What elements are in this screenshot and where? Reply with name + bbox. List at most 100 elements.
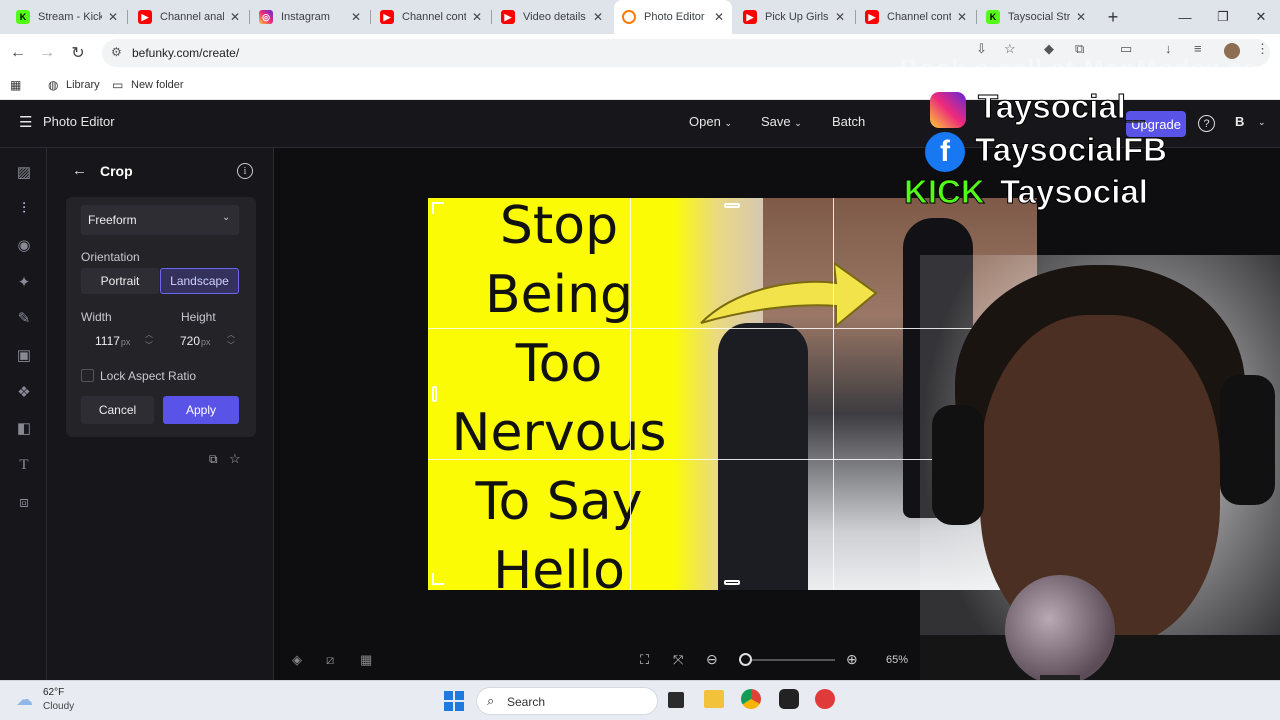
close-icon[interactable]: ✕ <box>472 10 482 24</box>
apply-button[interactable]: Apply <box>163 396 239 424</box>
artsy-brush-icon[interactable]: ✎ <box>14 308 34 328</box>
tab-pick-up-girls[interactable]: ▶ Pick Up Girls ✕ <box>735 0 853 34</box>
download-icon[interactable]: ↓ <box>1165 41 1172 56</box>
copy-icon[interactable]: ⧉ <box>209 452 218 467</box>
taskbar-search[interactable]: ⌕ Search <box>476 687 658 715</box>
weather-temp: 62°F <box>43 687 65 698</box>
batch-button[interactable]: Batch <box>832 114 865 129</box>
chrome-taskbar-icon[interactable] <box>741 689 761 709</box>
layers-icon[interactable]: ◈ <box>292 652 302 668</box>
help-icon[interactable]: ? <box>1198 115 1215 132</box>
tab-channel-content[interactable]: ▶ Channel cont ✕ <box>372 0 490 34</box>
open-button[interactable]: Open ⌄ <box>689 114 732 129</box>
close-icon[interactable]: ✕ <box>1076 10 1086 24</box>
window-close-button[interactable]: ✕ <box>1242 0 1280 34</box>
lock-aspect-checkbox[interactable] <box>81 369 94 382</box>
crop-handle-bottom-left[interactable] <box>432 573 444 585</box>
edit-sliders-icon[interactable]: ⫶ <box>14 198 34 218</box>
info-icon[interactable]: i <box>237 163 253 179</box>
crop-settings-box: Freeform ⌄ Orientation Portrait Landscap… <box>66 197 256 437</box>
minimize-button[interactable]: — <box>1166 0 1204 34</box>
close-icon[interactable]: ✕ <box>714 10 724 24</box>
zoom-slider[interactable] <box>738 653 835 666</box>
new-tab-button[interactable]: + <box>1094 0 1132 34</box>
graphics-icon[interactable]: ❖ <box>14 382 34 402</box>
search-icon: ⌕ <box>487 693 495 708</box>
stepper-up-icon[interactable]: ︿ <box>145 329 153 340</box>
arrow-graphic <box>700 260 878 329</box>
reading-list-icon[interactable]: ≡ <box>1194 41 1202 56</box>
fit-screen-icon[interactable]: ⛶ <box>640 652 649 668</box>
effects-icon[interactable]: ✦ <box>14 272 34 292</box>
width-input[interactable]: 1117px ︿ ﹀ <box>81 327 157 353</box>
bookmark-library[interactable]: Library <box>66 79 100 91</box>
reload-icon[interactable]: ↻ <box>67 42 89 64</box>
zoom-slider-handle[interactable] <box>738 653 752 666</box>
youtube-icon: ▶ <box>501 10 515 24</box>
bookmark-new-folder[interactable]: New folder <box>131 79 184 91</box>
close-icon[interactable]: ✕ <box>835 10 845 24</box>
close-icon[interactable]: ✕ <box>957 10 967 24</box>
crop-handle-top-left[interactable] <box>432 202 444 214</box>
windows-start-icon[interactable] <box>444 691 464 711</box>
obs-taskbar-icon[interactable] <box>779 689 799 709</box>
cancel-button[interactable]: Cancel <box>81 396 154 424</box>
apps-grid-icon[interactable]: ▦ <box>10 78 21 92</box>
close-icon[interactable]: ✕ <box>230 10 240 24</box>
site-info-icon[interactable]: ⚙ <box>111 45 122 59</box>
eye-icon[interactable]: ◉ <box>14 235 34 255</box>
overlay-icon[interactable]: ◧ <box>14 418 34 438</box>
account-chevron-icon[interactable]: ⌄ <box>1258 117 1266 128</box>
zoom-out-icon[interactable]: ⊖ <box>706 651 718 668</box>
youtube-icon: ▶ <box>865 10 879 24</box>
forward-icon[interactable]: → <box>36 42 58 64</box>
close-icon[interactable]: ✕ <box>351 10 361 24</box>
stepper-down-icon[interactable]: ﹀ <box>227 340 235 351</box>
crop-handle-bottom[interactable] <box>724 580 740 585</box>
tab-instagram[interactable]: ◎ Instagram ✕ <box>251 0 369 34</box>
file-explorer-icon[interactable] <box>704 690 724 708</box>
crop-handle-top[interactable] <box>724 203 740 208</box>
app-taskbar-icon[interactable] <box>815 689 835 709</box>
grid-view-icon[interactable]: ▦ <box>360 652 372 668</box>
watermark-text: Book a call at ManModex.com <box>900 55 1280 83</box>
stepper-up-icon[interactable]: ︿ <box>227 329 235 340</box>
width-label: Width <box>81 310 112 324</box>
instagram-icon: ◎ <box>259 10 273 24</box>
tab-photo-editor[interactable]: Photo Editor ✕ <box>614 0 732 34</box>
close-icon[interactable]: ✕ <box>593 10 603 24</box>
compare-icon[interactable]: ⧄ <box>326 652 334 668</box>
close-icon[interactable]: ✕ <box>108 10 118 24</box>
hamburger-menu-icon[interactable]: ☰ <box>19 113 32 131</box>
zoom-percent: 65% <box>886 654 909 666</box>
crop-handle-left[interactable] <box>432 386 437 402</box>
tab-kick-stream[interactable]: K Stream - Kick ✕ <box>8 0 126 34</box>
task-view-icon[interactable] <box>668 692 684 708</box>
ratio-dropdown[interactable]: Freeform ⌄ <box>81 205 239 235</box>
tab-video-details[interactable]: ▶ Video details ✕ <box>493 0 611 34</box>
image-icon[interactable]: ▨ <box>14 162 34 182</box>
back-icon[interactable]: ← <box>7 42 29 64</box>
tab-channel-content-2[interactable]: ▶ Channel cont ✕ <box>857 0 975 34</box>
kick-logo: KICK <box>904 173 986 211</box>
back-arrow-icon[interactable]: ← <box>72 162 87 179</box>
height-input[interactable]: 720px ︿ ﹀ <box>161 327 239 353</box>
text-icon[interactable]: T <box>14 455 34 475</box>
maximize-button[interactable]: ❐ <box>1204 0 1242 34</box>
save-button[interactable]: Save ⌄ <box>761 114 802 129</box>
landscape-option[interactable]: Landscape <box>160 268 239 294</box>
account-initial[interactable]: B <box>1235 114 1244 129</box>
tab-taysocial-stream[interactable]: K Taysocial Stre ✕ <box>978 0 1094 34</box>
frame-icon[interactable]: ▣ <box>14 345 34 365</box>
actual-size-icon[interactable]: ⤧ <box>673 652 683 668</box>
tab-channel-analytics[interactable]: ▶ Channel analy ✕ <box>130 0 248 34</box>
kick-icon: K <box>986 10 1000 24</box>
address-url: befunky.com/create/ <box>132 46 240 60</box>
texture-icon[interactable]: ⧈ <box>14 492 34 512</box>
zoom-in-icon[interactable]: ⊕ <box>846 651 858 668</box>
kick-icon: K <box>16 10 30 24</box>
youtube-icon: ▶ <box>743 10 757 24</box>
portrait-option[interactable]: Portrait <box>81 268 159 294</box>
favorite-star-icon[interactable]: ☆ <box>229 451 241 467</box>
stepper-down-icon[interactable]: ﹀ <box>145 340 153 351</box>
